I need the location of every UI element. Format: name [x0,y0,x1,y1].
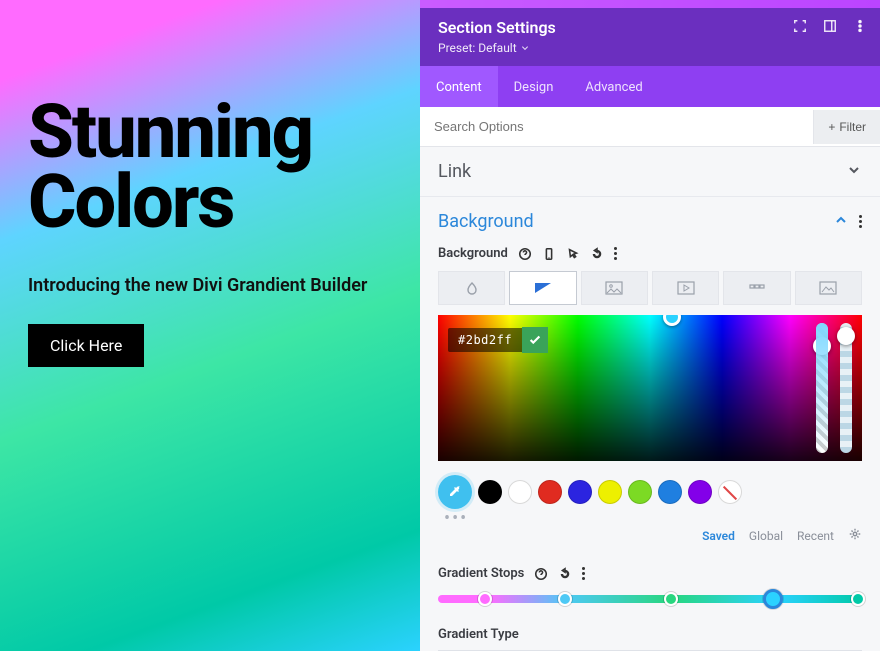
swatch-white[interactable] [508,480,532,504]
heading-line-2: Colors [28,159,233,246]
panel-menu-icon[interactable] [852,18,868,34]
swatch-azure[interactable] [658,480,682,504]
help-icon[interactable] [534,567,548,581]
preview-heading: Stunning Colors [28,98,388,239]
plus-icon: + [828,120,835,134]
gradient-stop[interactable] [558,592,572,606]
chevron-down-icon [521,44,529,52]
bg-type-color[interactable] [438,271,505,305]
palette-link-recent[interactable]: Recent [797,529,834,543]
gradient-type-label: Gradient Type [438,627,862,642]
tab-content[interactable]: Content [420,66,498,107]
gradient-stop[interactable] [664,592,678,606]
reset-icon[interactable] [590,247,604,261]
swatch-purple[interactable] [688,480,712,504]
background-section-title: Background [438,211,534,232]
alpha-slider[interactable] [816,323,828,453]
panel-top-accent [420,0,880,8]
background-section-toggle[interactable]: Background [420,197,880,246]
link-section-toggle[interactable]: Link [420,147,880,196]
swatch-red[interactable] [538,480,562,504]
color-picker-canvas[interactable]: #2bd2ff [438,315,862,461]
swatch-black[interactable] [478,480,502,504]
background-field-label: Background [438,246,508,261]
accordion-link: Link [420,147,880,197]
help-icon[interactable] [518,247,532,261]
swatch-row [438,475,862,509]
swatch-blue[interactable] [568,480,592,504]
hex-value[interactable]: #2bd2ff [448,328,522,352]
bg-type-video[interactable] [652,271,719,305]
chevron-down-icon [846,162,862,182]
focus-mode-icon[interactable] [792,18,808,34]
palette-links: Saved Global Recent [438,527,862,544]
bg-type-pattern[interactable] [723,271,790,305]
filter-button[interactable]: + Filter [813,110,880,144]
gradient-stop[interactable] [851,592,865,606]
palette-link-global[interactable]: Global [749,529,783,543]
bg-type-image[interactable] [581,271,648,305]
gradient-stop[interactable] [763,589,783,609]
search-input[interactable] [420,107,813,146]
gradient-stop[interactable] [478,592,492,606]
gradient-stops-label: Gradient Stops [438,566,524,581]
search-bar: + Filter [420,107,880,147]
gradient-track[interactable] [438,595,862,603]
background-field-label-row: Background [438,246,862,261]
cta-button[interactable]: Click Here [28,324,144,367]
gradient-stops-menu-icon[interactable] [582,567,585,580]
gradient-stops-field: Gradient Stops [438,566,862,603]
palette-link-saved[interactable]: Saved [702,529,735,543]
background-field-menu-icon[interactable] [614,247,617,260]
filter-label: Filter [839,120,866,134]
panel-tabs: Content Design Advanced [420,66,880,107]
settings-panel: Section Settings Preset: Default Content… [420,0,880,651]
chevron-up-icon [833,212,849,232]
preview-subheading: Introducing the new Divi Grandient Build… [28,275,388,296]
more-swatches-button[interactable]: ••• [438,517,862,521]
preset-label: Preset: Default [438,41,517,55]
accordion-background: Background Background [420,197,880,651]
phone-icon[interactable] [542,247,556,261]
bg-type-gradient[interactable] [509,271,576,305]
tab-design[interactable]: Design [498,66,570,107]
preview-canvas: Stunning Colors Introducing the new Divi… [0,0,420,651]
hex-input-chip: #2bd2ff [448,327,548,353]
reset-icon[interactable] [558,567,572,581]
background-section-menu-icon[interactable] [859,215,862,228]
swatch-yellow[interactable] [598,480,622,504]
tab-advanced[interactable]: Advanced [569,66,658,107]
link-section-title: Link [438,161,471,182]
expand-panel-icon[interactable] [822,18,838,34]
panel-header: Section Settings Preset: Default [420,8,880,66]
eyedropper-button[interactable] [438,475,472,509]
bg-type-mask[interactable] [795,271,862,305]
preset-dropdown[interactable]: Preset: Default [438,41,529,55]
background-type-tabs [438,271,862,305]
palette-settings-icon[interactable] [848,527,862,544]
lightness-slider[interactable] [840,323,852,453]
hover-icon[interactable] [566,247,580,261]
confirm-color-button[interactable] [522,327,548,353]
swatch-lime[interactable] [628,480,652,504]
swatch-none[interactable] [718,480,742,504]
